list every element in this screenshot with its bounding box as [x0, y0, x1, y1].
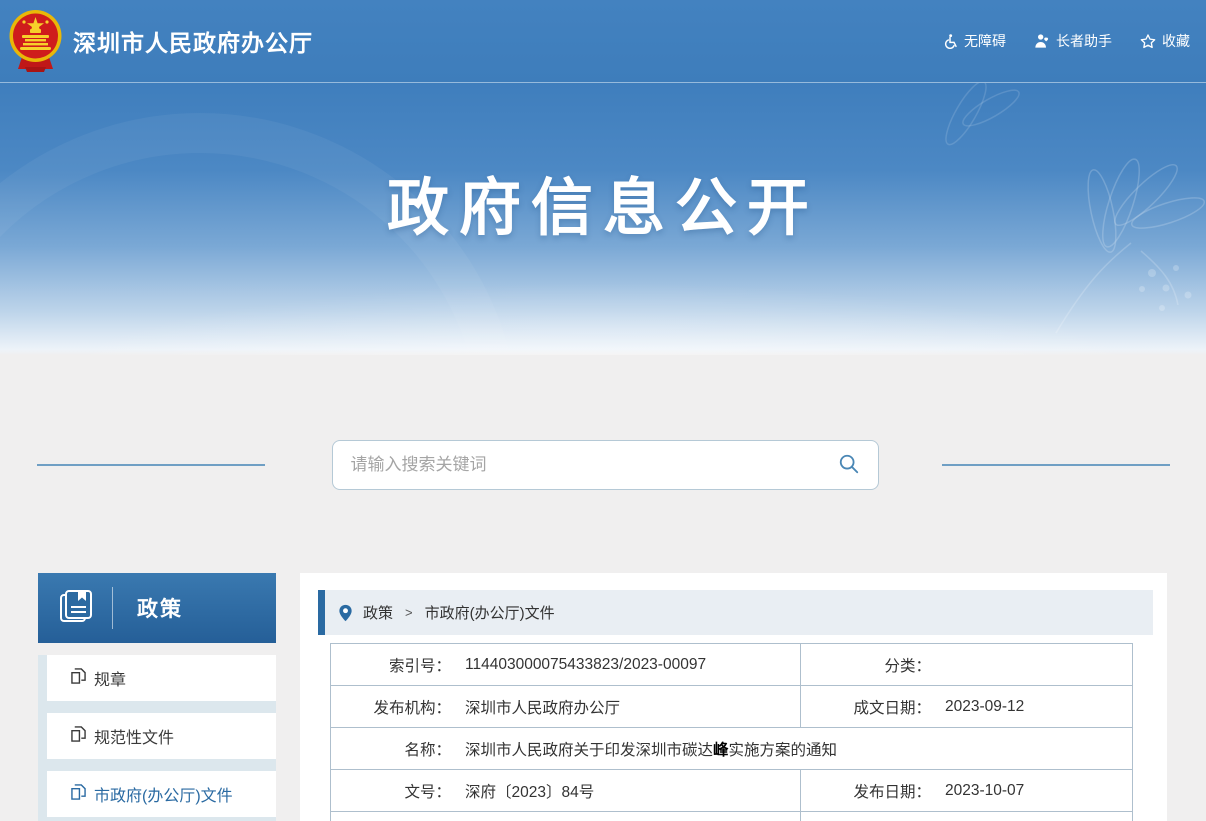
site-brand[interactable]: 深圳市人民政府办公厅 — [8, 9, 313, 73]
content-area: 政策 规章 — [0, 355, 1206, 821]
sidebar-header-policy[interactable]: 政策 — [38, 573, 276, 643]
favorite-link[interactable]: 收藏 — [1140, 31, 1190, 51]
publish-date-cell: 发布日期： 2023-10-07 — [801, 770, 1132, 811]
document-number-label: 文号： — [331, 780, 451, 802]
sidebar-item-label: 市政府(办公厅)文件 — [94, 782, 233, 806]
category-label: 分类： — [801, 654, 931, 676]
sidebar-item-normative-documents[interactable]: 规范性文件 — [47, 713, 276, 759]
index-number-label: 索引号： — [331, 654, 451, 676]
written-date-value: 2023-09-12 — [945, 698, 1024, 716]
empty-cell — [331, 812, 801, 821]
category-cell: 分类： — [801, 644, 1132, 685]
document-detail-card: 政策 > 市政府(办公厅)文件 索引号： 114403000075433823/… — [300, 573, 1167, 821]
decorative-line-right — [942, 464, 1170, 466]
highlighted-keyword: 峰 — [713, 742, 729, 759]
document-name-cell: 名称： 深圳市人民政府关于印发深圳市碳达峰实施方案的通知 — [331, 728, 1132, 769]
document-info-table: 索引号： 114403000075433823/2023-00097 分类： 发… — [330, 643, 1133, 821]
publish-date-label: 发布日期： — [801, 780, 931, 802]
search-box — [332, 440, 879, 490]
breadcrumb-accent-bar — [318, 590, 325, 635]
publish-date-value: 2023-10-07 — [945, 782, 1024, 800]
table-row: 索引号： 114403000075433823/2023-00097 分类： — [331, 644, 1132, 686]
table-row: 名称： 深圳市人民政府关于印发深圳市碳达峰实施方案的通知 — [331, 728, 1132, 770]
accessibility-label: 无障碍 — [964, 31, 1006, 51]
document-number-cell: 文号： 深府〔2023〕84号 — [331, 770, 801, 811]
page-title: 政府信息公开 — [0, 83, 1206, 247]
search-icon — [838, 453, 860, 478]
document-icon — [71, 784, 86, 805]
sidebar-header-divider — [112, 587, 113, 629]
index-number-cell: 索引号： 114403000075433823/2023-00097 — [331, 644, 801, 685]
issuing-agency-cell: 发布机构： 深圳市人民政府办公厅 — [331, 686, 801, 727]
breadcrumb-policy[interactable]: 政策 — [363, 602, 393, 623]
search-row — [0, 355, 1206, 490]
book-icon — [58, 588, 94, 629]
table-row: 文号： 深府〔2023〕84号 发布日期： 2023-10-07 — [331, 770, 1132, 812]
page: 深圳市人民政府办公厅 无障碍 — [0, 0, 1206, 821]
sidebar-menu: 规章 规范性文件 — [38, 655, 276, 821]
document-icon — [71, 668, 86, 689]
top-links: 无障碍 长者助手 收藏 — [942, 31, 1190, 51]
table-row: 发布机构： 深圳市人民政府办公厅 成文日期： 2023-09-12 — [331, 686, 1132, 728]
accessibility-icon — [942, 33, 958, 49]
index-number-value: 114403000075433823/2023-00097 — [465, 656, 706, 674]
top-header-bar: 深圳市人民政府办公厅 无障碍 — [0, 0, 1206, 83]
location-pin-icon — [338, 604, 353, 622]
elder-helper-icon — [1034, 33, 1050, 49]
empty-cell — [801, 812, 1132, 821]
table-row-partial — [331, 812, 1132, 821]
favorite-label: 收藏 — [1162, 31, 1190, 51]
document-icon — [71, 726, 86, 747]
document-number-value: 深府〔2023〕84号 — [465, 780, 594, 802]
document-name-label: 名称： — [331, 738, 451, 760]
sidebar-item-label: 规范性文件 — [94, 724, 174, 748]
document-name-value: 深圳市人民政府关于印发深圳市碳达峰实施方案的通知 — [465, 738, 837, 760]
search-button[interactable] — [838, 453, 860, 478]
site-title: 深圳市人民政府办公厅 — [73, 24, 313, 58]
written-date-label: 成文日期： — [801, 696, 931, 718]
main-row: 政策 规章 — [0, 573, 1206, 821]
accessibility-link[interactable]: 无障碍 — [942, 31, 1006, 51]
star-icon — [1140, 33, 1156, 49]
breadcrumb-separator: > — [405, 605, 413, 620]
sidebar-item-municipal-government-documents[interactable]: 市政府(办公厅)文件 — [47, 771, 276, 817]
written-date-cell: 成文日期： 2023-09-12 — [801, 686, 1132, 727]
decorative-line-left — [37, 464, 265, 466]
sidebar-item-label: 规章 — [94, 666, 126, 690]
issuing-agency-value: 深圳市人民政府办公厅 — [465, 696, 620, 718]
elder-helper-link[interactable]: 长者助手 — [1034, 31, 1112, 51]
sidebar: 政策 规章 — [38, 573, 276, 821]
breadcrumb: 政策 > 市政府(办公厅)文件 — [318, 590, 1153, 635]
national-emblem-logo — [8, 9, 63, 73]
hero-banner: 政府信息公开 — [0, 83, 1206, 355]
issuing-agency-label: 发布机构： — [331, 696, 451, 718]
sidebar-item-regulations[interactable]: 规章 — [47, 655, 276, 701]
search-input[interactable] — [351, 455, 838, 475]
breadcrumb-municipal-documents[interactable]: 市政府(办公厅)文件 — [425, 602, 555, 623]
elder-helper-label: 长者助手 — [1056, 31, 1112, 51]
sidebar-title: 政策 — [137, 593, 183, 623]
